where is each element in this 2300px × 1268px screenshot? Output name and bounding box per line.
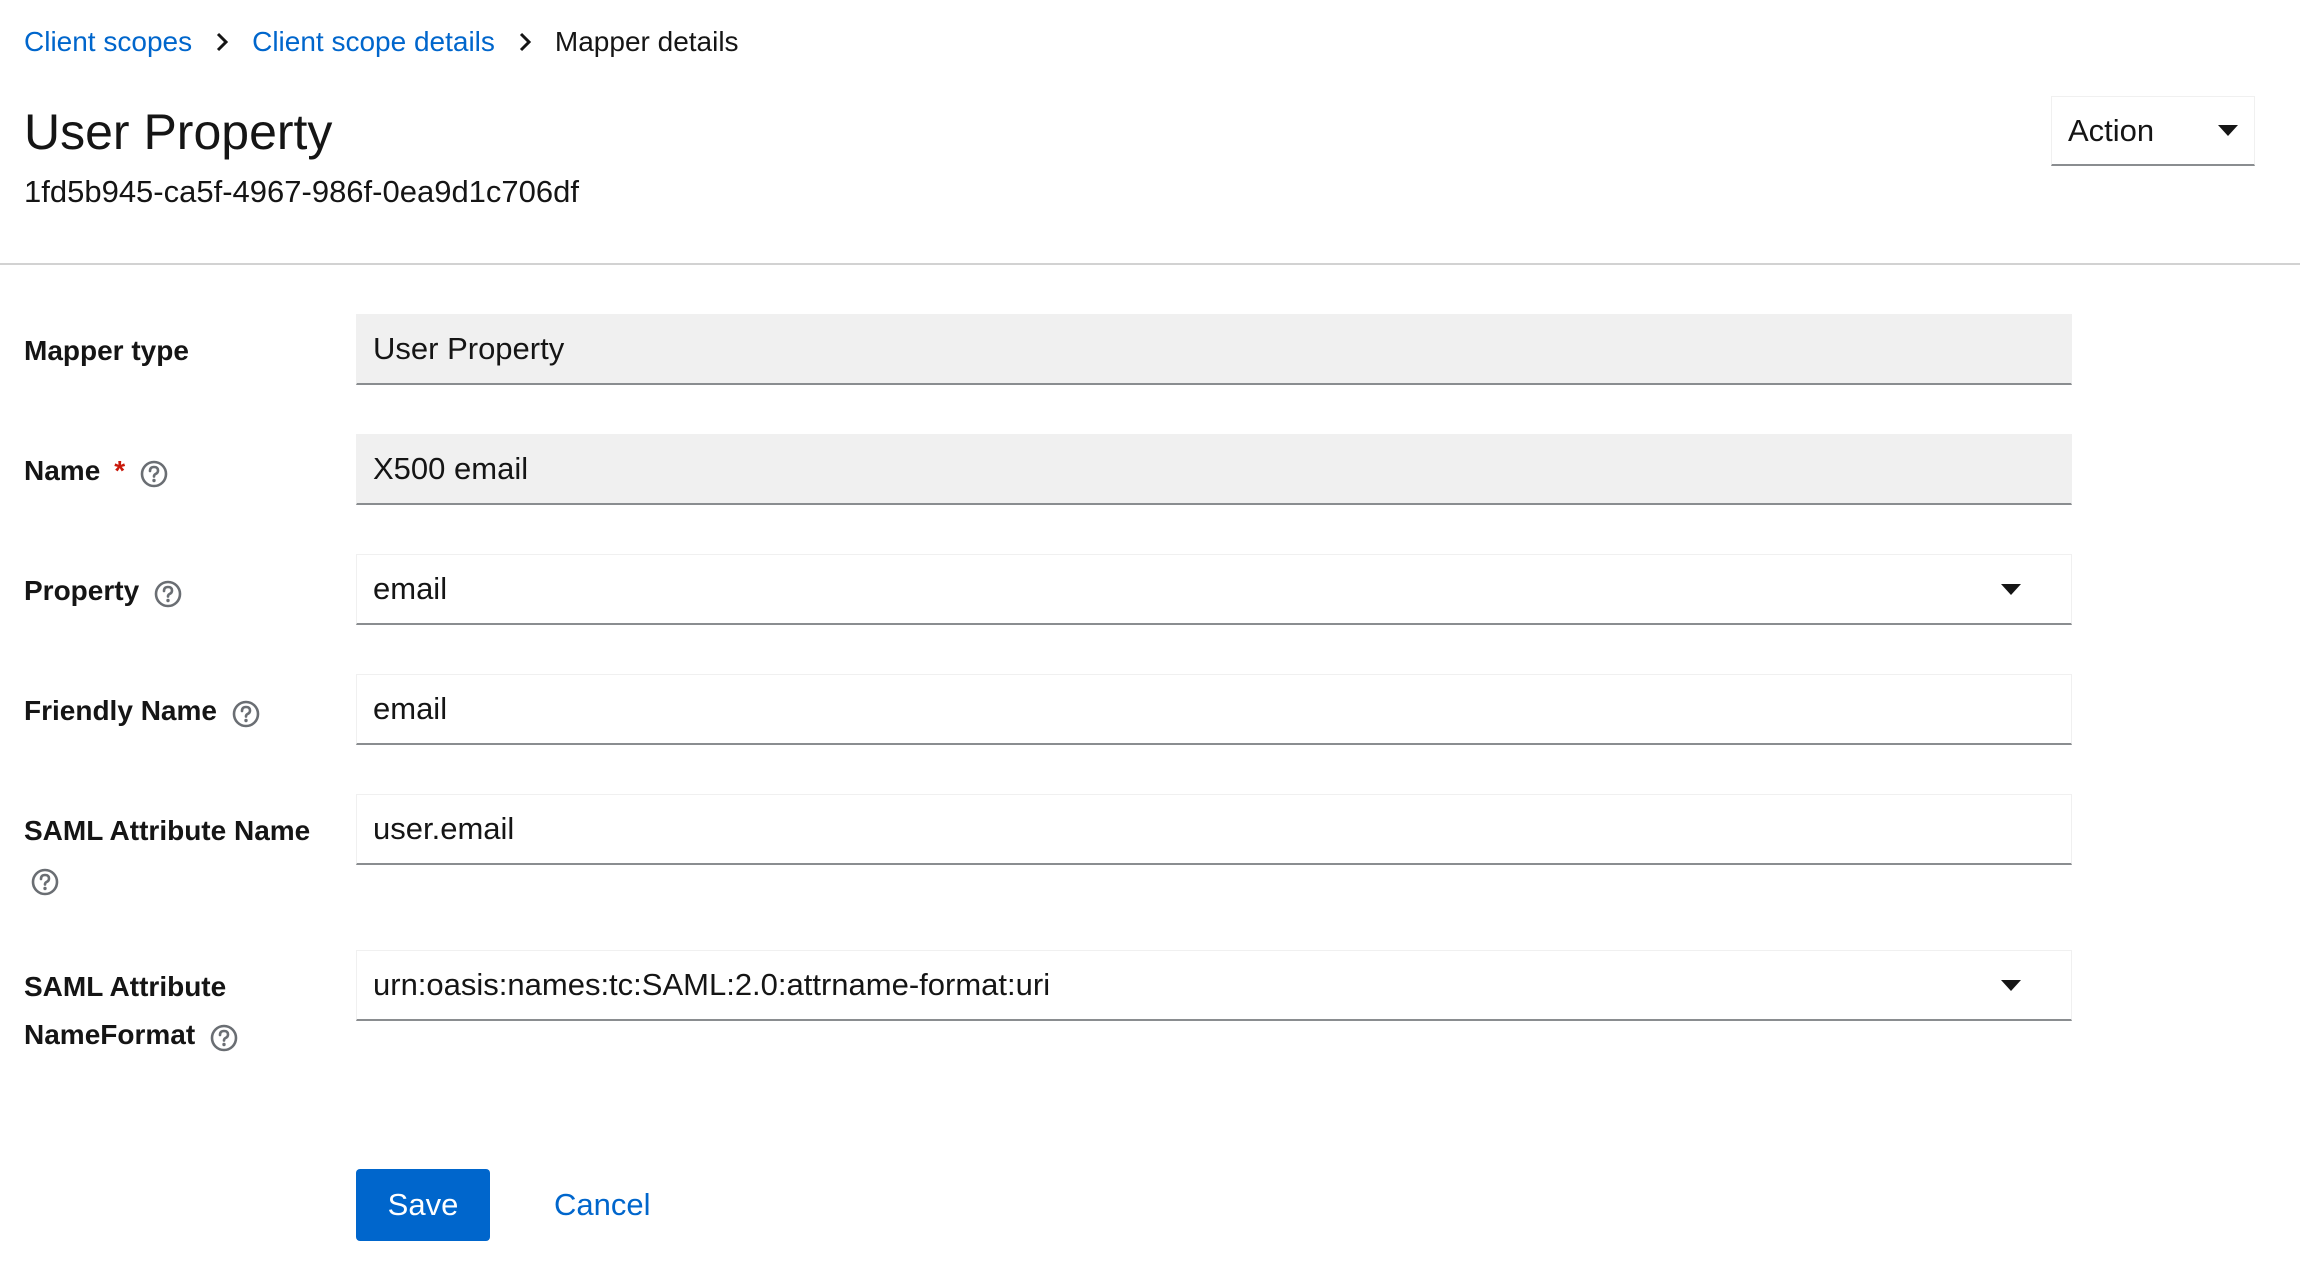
breadcrumb-client-scope-details[interactable]: Client scope details bbox=[252, 22, 495, 62]
breadcrumb: Client scopes Client scope details Mappe… bbox=[24, 22, 739, 62]
saml-attribute-nameformat-label-line1: SAML Attribute bbox=[24, 971, 227, 1002]
header-divider bbox=[0, 263, 2300, 265]
caret-down-icon bbox=[2001, 583, 2021, 595]
help-icon[interactable] bbox=[231, 696, 261, 727]
saml-attribute-name-value: user.email bbox=[373, 811, 515, 846]
cancel-button[interactable]: Cancel bbox=[546, 1169, 659, 1241]
property-value: email bbox=[373, 571, 448, 606]
name-label: Name * bbox=[24, 447, 324, 495]
mapper-type-label: Mapper type bbox=[24, 327, 324, 375]
angle-right-icon bbox=[192, 22, 252, 62]
name-value: X500 email bbox=[373, 451, 529, 486]
friendly-name-input[interactable]: email bbox=[356, 674, 2072, 745]
saml-attribute-name-label: SAML Attribute Name bbox=[24, 807, 324, 903]
help-icon[interactable] bbox=[209, 1020, 239, 1051]
action-dropdown[interactable]: Action bbox=[2051, 96, 2255, 166]
caret-down-icon bbox=[2218, 125, 2238, 136]
saml-attribute-name-label-text: SAML Attribute Name bbox=[24, 815, 311, 846]
saml-attribute-nameformat-label-line2: NameFormat bbox=[24, 1019, 196, 1050]
caret-down-icon bbox=[2001, 979, 2021, 991]
save-button[interactable]: Save bbox=[356, 1169, 490, 1241]
help-icon[interactable] bbox=[139, 456, 169, 487]
name-label-text: Name bbox=[24, 455, 101, 486]
help-icon[interactable] bbox=[30, 864, 60, 895]
required-marker: * bbox=[114, 455, 126, 486]
page: Client scopes Client scope details Mappe… bbox=[0, 0, 2300, 1268]
angle-right-icon bbox=[495, 22, 555, 62]
friendly-name-label-text: Friendly Name bbox=[24, 695, 217, 726]
mapper-type-label-text: Mapper type bbox=[24, 335, 189, 366]
saml-attribute-name-input[interactable]: user.email bbox=[356, 794, 2072, 865]
property-select[interactable]: email bbox=[356, 554, 2072, 625]
mapper-id: 1fd5b945-ca5f-4967-986f-0ea9d1c706df bbox=[24, 174, 580, 209]
saml-attribute-nameformat-label: SAML Attribute NameFormat bbox=[24, 963, 324, 1059]
saml-attribute-nameformat-value: urn:oasis:names:tc:SAML:2.0:attrname-for… bbox=[373, 967, 1051, 1002]
friendly-name-value: email bbox=[373, 691, 448, 726]
saml-attribute-nameformat-select[interactable]: urn:oasis:names:tc:SAML:2.0:attrname-for… bbox=[356, 950, 2072, 1021]
page-title: User Property bbox=[24, 104, 333, 160]
friendly-name-label: Friendly Name bbox=[24, 687, 324, 735]
name-field[interactable]: X500 email bbox=[356, 434, 2072, 505]
action-dropdown-label: Action bbox=[2068, 112, 2155, 148]
property-label-text: Property bbox=[24, 575, 140, 606]
mapper-type-value: User Property bbox=[373, 331, 565, 366]
property-label: Property bbox=[24, 567, 324, 615]
breadcrumb-client-scopes[interactable]: Client scopes bbox=[24, 22, 192, 62]
mapper-type-field: User Property bbox=[356, 314, 2072, 385]
breadcrumb-mapper-details: Mapper details bbox=[554, 26, 739, 57]
help-icon[interactable] bbox=[153, 576, 183, 607]
